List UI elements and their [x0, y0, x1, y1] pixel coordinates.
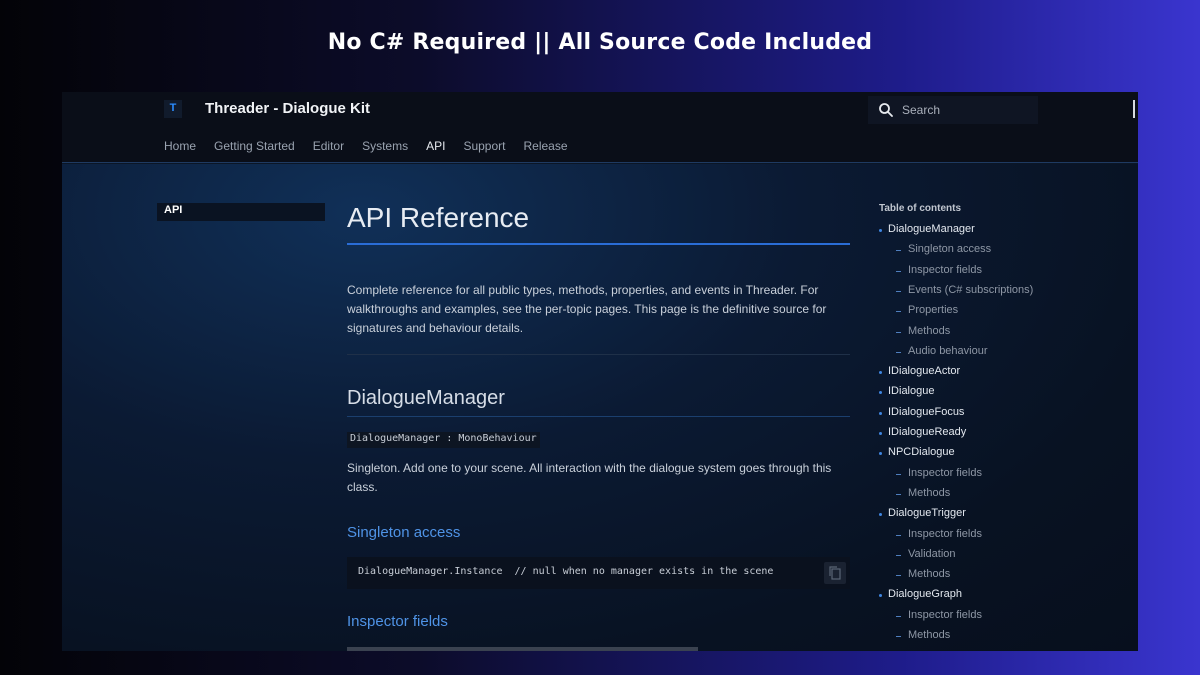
intro-line: Complete reference for all public types,… — [347, 283, 819, 297]
toc-bullet — [879, 229, 882, 232]
toc-dash — [896, 250, 901, 252]
site-logo[interactable]: T — [164, 100, 182, 118]
toc-item[interactable]: IDialogueFocus — [888, 406, 964, 418]
toc-dash — [896, 290, 901, 292]
nav-item-getting-started[interactable]: Getting Started — [214, 139, 295, 153]
toc-item[interactable]: DialogueGraph — [888, 588, 962, 600]
section-divider — [347, 416, 850, 417]
header-scrollbar[interactable] — [1133, 100, 1135, 118]
intro-line: walkthroughs and examples, see the per-t… — [347, 302, 827, 316]
class-signature: DialogueManager : MonoBehaviour — [347, 432, 540, 448]
code-block: DialogueManager.Instance // null when no… — [347, 557, 850, 589]
nav-item-home[interactable]: Home — [164, 139, 196, 153]
toc-item[interactable]: Inspector fields — [908, 264, 982, 276]
section-description-line: class. — [347, 480, 378, 494]
toc-item[interactable]: Properties — [908, 304, 958, 316]
toc-item[interactable]: Methods — [908, 629, 950, 641]
nav-item-api[interactable]: API — [426, 139, 445, 153]
toc-item[interactable]: Methods — [908, 325, 950, 337]
toc-dash — [896, 636, 901, 637]
toc-item[interactable]: Methods — [908, 487, 950, 499]
toc-item[interactable]: Singleton access — [908, 243, 991, 255]
docs-screenshot: T Threader - Dialogue Kit Search Home Get… — [62, 92, 1138, 651]
toc-item[interactable]: Audio behaviour — [908, 345, 988, 357]
search-box[interactable]: Search — [868, 96, 1038, 124]
toc-dash — [896, 473, 901, 475]
toc-item[interactable]: Inspector fields — [908, 467, 982, 479]
toc-item[interactable]: Methods — [908, 568, 950, 580]
page-title: API Reference — [347, 202, 530, 233]
toc-dash — [896, 351, 901, 353]
toc-item[interactable]: Events (C# subscriptions) — [908, 284, 1033, 296]
toc-item[interactable]: IDialogue — [888, 385, 934, 397]
heading-singleton-access[interactable]: Singleton access — [347, 524, 460, 541]
toc-title: Table of contents — [879, 203, 962, 214]
sidebar-item-api[interactable]: API — [157, 203, 325, 221]
site-header: T Threader - Dialogue Kit Search Home Get… — [62, 92, 1138, 163]
horizontal-scrollbar[interactable] — [347, 647, 698, 651]
nav-item-support[interactable]: Support — [463, 139, 505, 153]
search-placeholder: Search — [902, 103, 941, 117]
toc-item[interactable]: IDialogueActor — [888, 365, 960, 377]
heading-inspector-fields[interactable]: Inspector fields — [347, 613, 448, 630]
toc-dash — [896, 311, 901, 313]
toc-dash — [896, 554, 901, 556]
promo-banner: No C# Required || All Source Code Includ… — [327, 30, 873, 55]
toc-item[interactable]: Inspector fields — [908, 609, 982, 621]
copy-button[interactable] — [824, 562, 846, 584]
intro-paragraph: Complete reference for all public types,… — [347, 281, 837, 338]
code-line: DialogueManager.Instance // null when no… — [358, 566, 774, 577]
toc-dash — [896, 270, 901, 272]
toc-bullet — [879, 411, 882, 415]
toc-dash — [896, 615, 901, 617]
intro-divider — [347, 354, 850, 355]
copy-icon — [829, 566, 841, 580]
toc-dash — [896, 493, 901, 495]
toc-dash — [896, 534, 901, 536]
main-nav: Home Getting Started Editor Systems API Suppo… — [164, 139, 568, 153]
nav-item-systems[interactable]: Systems — [362, 139, 408, 153]
toc-item[interactable]: NPCDialogue — [888, 446, 955, 458]
section-description: Singleton. Add one to your scene. All in… — [347, 459, 837, 497]
toc-bullet — [879, 432, 882, 435]
section-description-line: Singleton. Add one to your scene. All in… — [347, 461, 832, 475]
toc-item[interactable]: Validation — [908, 548, 956, 560]
toc-dash — [896, 575, 901, 577]
toc-item[interactable]: IDialogueReady — [888, 426, 966, 438]
nav-item-release[interactable]: Release — [523, 139, 567, 153]
search-icon — [879, 103, 893, 117]
nav-item-editor[interactable]: Editor — [313, 139, 344, 153]
intro-line: signatures and behaviour details. — [347, 321, 524, 335]
site-title[interactable]: Threader - Dialogue Kit — [205, 100, 370, 117]
toc-item[interactable]: Inspector fields — [908, 528, 982, 540]
title-divider — [347, 243, 850, 245]
toc-item[interactable]: DialogueManager — [888, 223, 975, 235]
toc-item[interactable]: DialogueTrigger — [888, 507, 966, 519]
section-heading-dialoguemanager: DialogueManager — [347, 387, 505, 409]
toc-dash — [896, 331, 901, 333]
